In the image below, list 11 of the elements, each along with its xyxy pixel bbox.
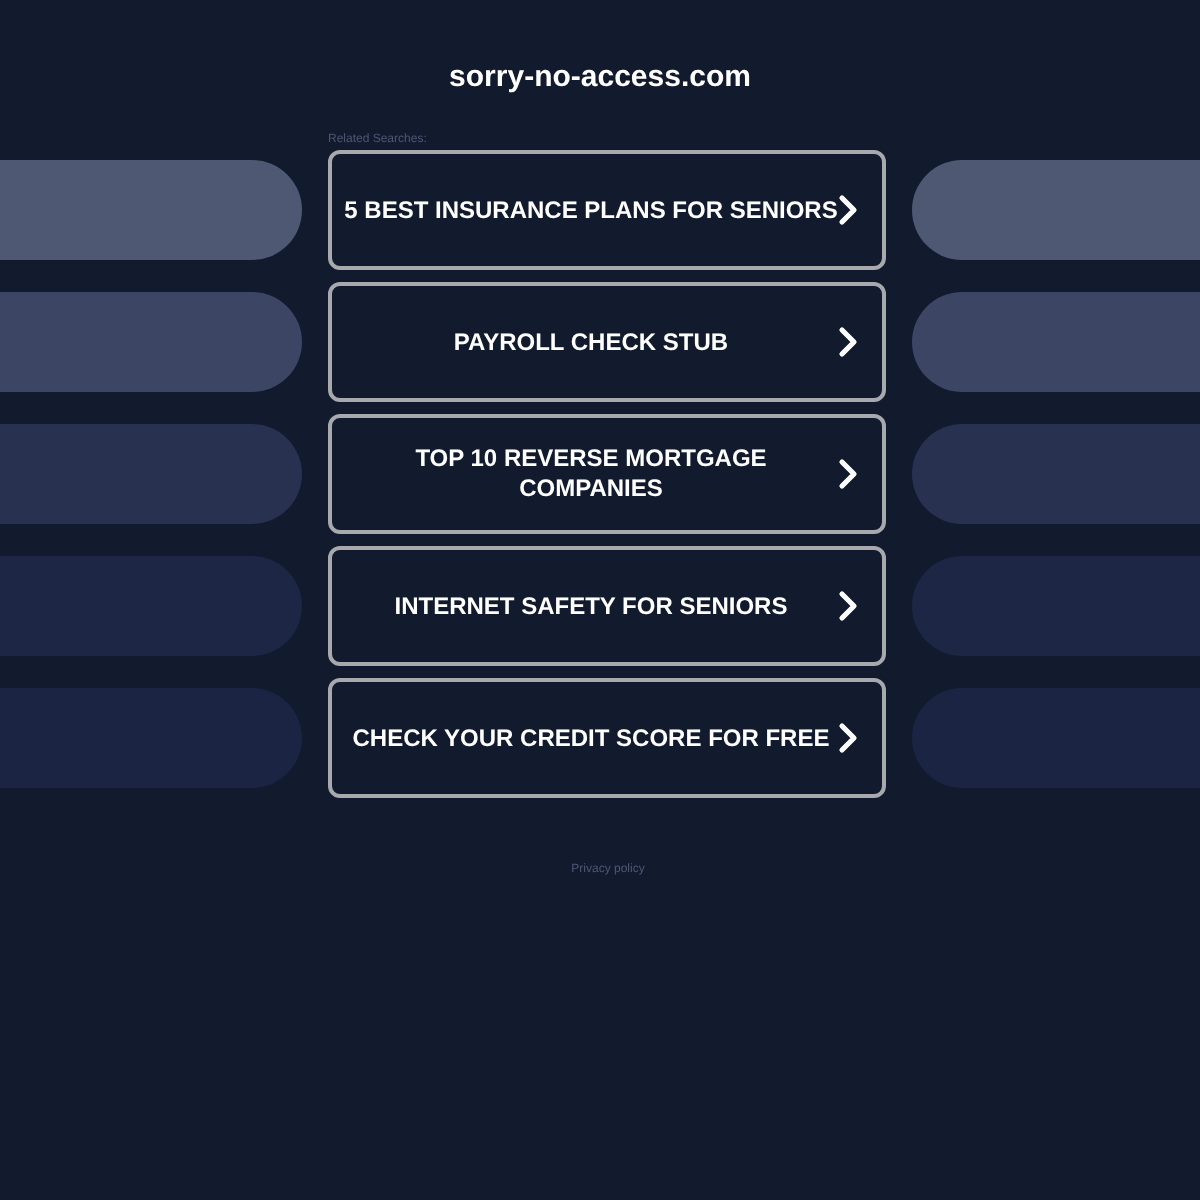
search-link[interactable]: INTERNET SAFETY FOR SENIORS: [328, 546, 886, 666]
chevron-right-icon: [838, 326, 858, 358]
search-link[interactable]: TOP 10 REVERSE MORTGAGE COMPANIES: [328, 414, 886, 534]
chevron-right-icon: [838, 458, 858, 490]
search-link[interactable]: CHECK YOUR CREDIT SCORE FOR FREE: [328, 678, 886, 798]
search-link[interactable]: 5 BEST INSURANCE PLANS FOR SENIORS: [328, 150, 886, 270]
chevron-right-icon: [838, 590, 858, 622]
site-title: sorry-no-access.com: [449, 58, 751, 96]
search-link[interactable]: PAYROLL CHECK STUB: [328, 282, 886, 402]
chevron-right-icon: [838, 194, 858, 226]
chevron-right-icon: [838, 722, 858, 754]
